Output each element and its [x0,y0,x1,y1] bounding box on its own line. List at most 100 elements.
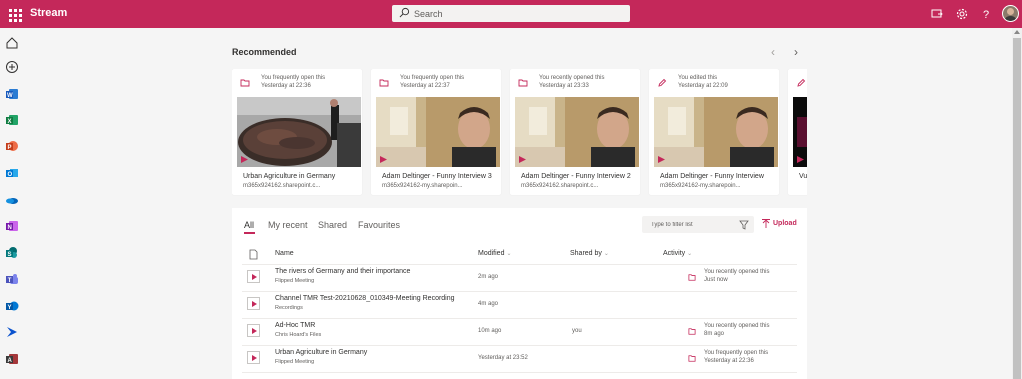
folder-icon [688,355,696,362]
file-name[interactable]: Ad-Hoc TMR [275,322,315,329]
table-row[interactable]: Urban Agriculture in Germany Flipped Mee… [242,345,797,372]
file-type-icon [249,249,258,260]
left-rail: W X P O N S T Y A [0,28,24,379]
column-header-name[interactable]: Name [275,250,294,257]
video-file-icon [247,297,260,310]
tab-all[interactable]: All [244,220,254,230]
excel-icon[interactable]: X [5,113,19,127]
table-row[interactable]: Channel TMR Test-20210628_010349-Meeting… [242,291,797,318]
svg-text:S: S [8,252,12,258]
file-location: Chris Hoard's Files [275,332,322,338]
vertical-scrollbar[interactable] [1012,28,1022,379]
file-location: Flipped Meeting [275,359,315,365]
column-header-modified[interactable]: Modified ⌄ [478,250,512,257]
card-url: m365x924162.sharepoint.c... [521,183,599,189]
search-icon [399,7,410,18]
chevron-right-icon[interactable]: › [794,45,798,59]
card-title: Adam Deltinger - Funny Interview [660,173,764,180]
folder-icon [379,79,389,87]
upload-icon[interactable] [762,219,770,229]
play-icon [658,156,665,163]
folder-icon [688,274,696,281]
file-name[interactable]: Urban Agriculture in Germany [275,349,367,356]
avatar[interactable] [1002,5,1019,22]
table-row[interactable] [242,372,797,379]
column-header-shared-by[interactable]: Shared by ⌄ [570,250,609,257]
create-icon[interactable] [5,60,19,74]
filter-box[interactable] [642,216,754,233]
word-icon[interactable]: W [5,87,19,101]
card-title: Adam Deltinger - Funny Interview 2 [521,173,631,180]
file-activity-time: Yesterday at 22:36 [704,358,754,364]
play-icon [380,156,387,163]
svg-text:N: N [8,225,12,231]
card-time: Yesterday at 22:09 [678,83,728,89]
file-activity-time: Just now [704,277,728,283]
scroll-up-icon[interactable] [1014,30,1020,34]
svg-text:?: ? [983,9,989,21]
help-icon[interactable]: ? [979,7,993,21]
folder-icon [688,328,696,335]
dynamics-icon[interactable] [5,325,19,339]
file-name[interactable]: Channel TMR Test-20210628_010349-Meeting… [275,295,455,302]
tab-shared[interactable]: Shared [318,220,347,230]
video-thumbnail[interactable] [515,97,639,167]
app-title[interactable]: Stream [30,7,67,19]
table-row[interactable]: Ad-Hoc TMR Chris Hoard's Files 10m ago y… [242,318,797,345]
file-modified: Yesterday at 23:52 [478,355,528,361]
chevron-down-icon: ⌄ [687,251,693,257]
file-activity-time: 8m ago [704,331,725,337]
chevron-down-icon: ⌄ [506,251,512,257]
file-name[interactable]: The rivers of Germany and their importan… [275,268,410,275]
card-url: m365x924162.sharepoint.c... [243,183,321,189]
recommended-card[interactable]: You recently opened this Yesterday at 23… [510,69,640,195]
home-icon[interactable] [5,36,19,50]
tab-favourites[interactable]: Favourites [358,220,400,230]
video-thumbnail[interactable] [237,97,361,167]
gear-icon[interactable] [955,7,969,21]
play-icon [519,156,526,163]
screen-share-icon[interactable] [930,7,944,21]
video-thumbnail[interactable] [654,97,778,167]
pencil-icon [658,78,667,87]
sharepoint-icon[interactable]: S [5,246,19,260]
teams-icon[interactable]: T [5,272,19,286]
card-time: Yesterday at 23:33 [539,83,589,89]
table-row[interactable]: The rivers of Germany and their importan… [242,264,797,291]
card-reason: You edited this [678,75,718,81]
yammer-icon[interactable]: Y [5,299,19,313]
top-bar: Stream ? [0,0,1022,28]
card-reason: You frequently open this [400,75,465,81]
upload-button[interactable]: Upload [773,220,797,227]
outlook-icon[interactable]: O [5,166,19,180]
access-icon[interactable]: A [5,352,19,366]
file-location: Recordings [275,305,303,311]
card-title: Adam Deltinger - Funny Interview 3 [382,173,492,180]
recommended-card[interactable]: You frequently open this Yesterday at 22… [371,69,501,195]
card-url: m365x924162-my.sharepoin... [382,183,463,189]
search-input[interactable] [414,5,614,22]
onenote-icon[interactable]: N [5,219,19,233]
video-file-icon [247,270,260,283]
powerpoint-icon[interactable]: P [5,139,19,153]
recommended-card[interactable]: You edited this Yesterday at 22:09 Adam … [649,69,779,195]
recommended-card[interactable]: Vu [788,69,807,195]
filter-icon[interactable] [739,220,749,230]
video-file-icon [247,324,260,337]
card-time: Yesterday at 22:36 [261,83,311,89]
svg-text:X: X [8,119,12,125]
folder-icon [518,79,528,87]
search-box[interactable] [392,5,630,22]
filter-input[interactable] [651,216,736,233]
app-launcher-icon[interactable] [6,6,22,22]
tab-my-recent[interactable]: My recent [268,220,308,230]
onedrive-icon[interactable] [5,193,19,207]
column-header-activity[interactable]: Activity ⌄ [663,250,692,257]
file-activity: You recently opened this [704,269,770,275]
chevron-left-icon[interactable]: ‹ [771,45,775,59]
file-list-panel: All My recent Shared Favourites Upload N… [232,208,807,379]
card-url: m365x924162-my.sharepoin... [660,183,741,189]
recommended-card[interactable]: You frequently open this Yesterday at 22… [232,69,362,195]
scrollbar-thumb[interactable] [1013,38,1021,379]
video-thumbnail[interactable] [376,97,500,167]
